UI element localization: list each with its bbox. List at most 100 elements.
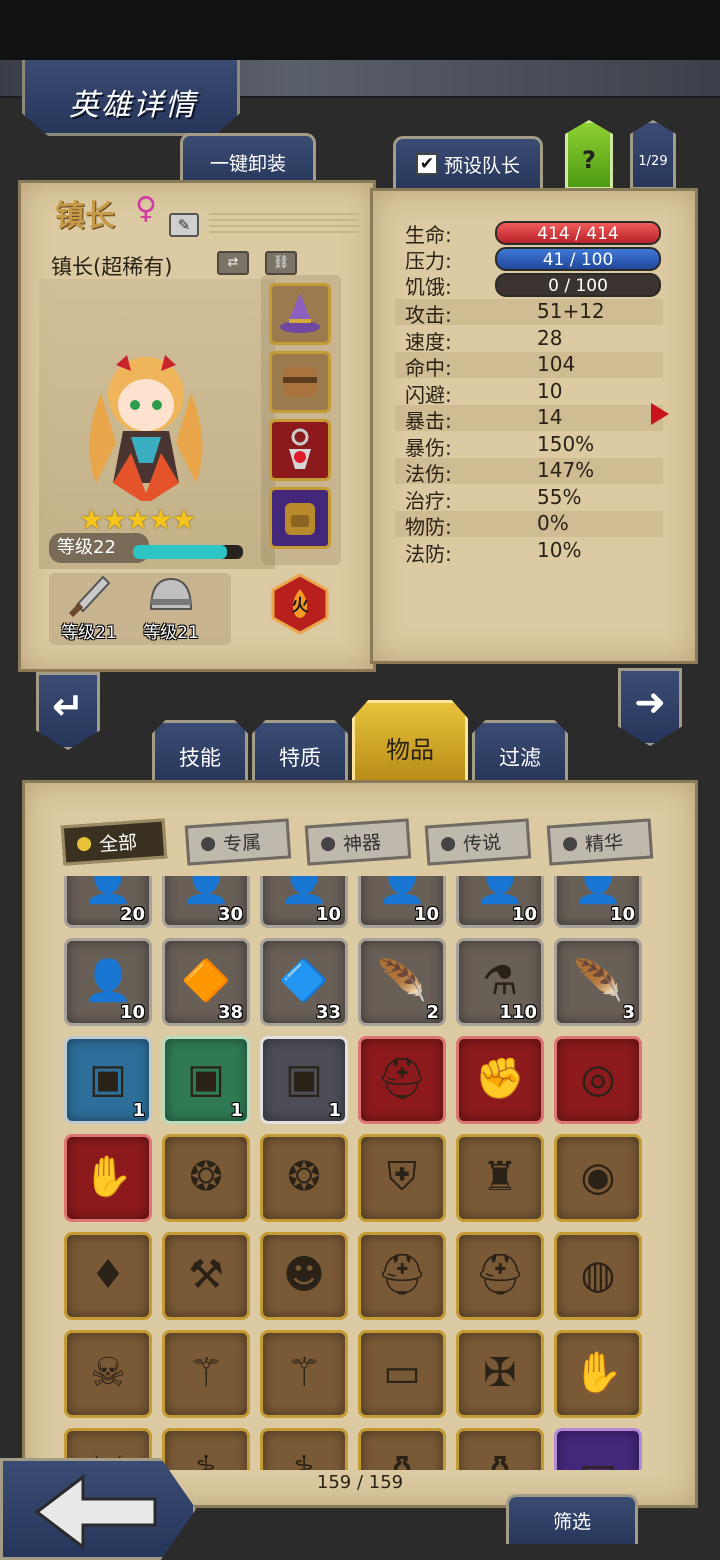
stat-row: 暴击: 14 <box>395 405 663 433</box>
inventory-item[interactable]: ⚱ <box>456 1428 544 1470</box>
inventory-item[interactable]: 👤 10 <box>456 876 544 928</box>
stat-label: 治疗: <box>405 488 452 513</box>
radio-icon <box>200 836 216 852</box>
chest-armor-slot[interactable] <box>269 351 331 413</box>
hat-slot[interactable] <box>269 283 331 345</box>
page-title: 英雄详情 <box>69 88 197 123</box>
inventory-item[interactable]: ✊ <box>456 1036 544 1124</box>
cross-armor-icon: ✠ <box>483 1350 517 1396</box>
inventory-item[interactable]: ⚕ <box>162 1428 250 1470</box>
inventory-item[interactable]: 👤 20 <box>64 876 152 928</box>
item-quantity: 3 <box>622 1002 635 1023</box>
inventory-item[interactable]: ⛑ <box>358 1232 446 1320</box>
tab-items[interactable]: 物品 <box>352 700 468 784</box>
stress-label: 压力: <box>405 249 452 273</box>
previous-hero-button[interactable]: ↵ <box>36 672 100 750</box>
inventory-item[interactable]: ⚗ 110 <box>456 938 544 1026</box>
bottle-icon: ⚱ <box>459 1441 541 1470</box>
element-badge[interactable]: 火 <box>269 573 331 635</box>
tab-skills[interactable]: 技能 <box>152 720 248 782</box>
inventory-item[interactable]: ✋ <box>64 1134 152 1222</box>
inventory-item[interactable]: ⚒ <box>162 1232 250 1320</box>
checkbox-icon[interactable]: ✔ <box>415 153 438 175</box>
filter-essence[interactable]: 精华 <box>546 818 654 866</box>
item-quantity: 1 <box>132 1100 145 1121</box>
amulet-slot[interactable] <box>269 419 331 481</box>
xp-bar <box>133 545 243 559</box>
inventory-item[interactable]: 🔷 33 <box>260 938 348 1026</box>
preset-leader-toggle[interactable]: ✔ 预设队长 <box>393 136 543 189</box>
tab-filter[interactable]: 过滤 <box>472 720 568 782</box>
help-button[interactable]: ? <box>565 120 613 190</box>
backpack-slot[interactable] <box>269 487 331 549</box>
inventory-item[interactable]: ☠ <box>64 1330 152 1418</box>
hero-name: 镇长 <box>55 199 115 234</box>
stat-label: 法防: <box>405 541 452 566</box>
inventory-item[interactable]: 🪶 2 <box>358 938 446 1026</box>
inventory-item[interactable]: ⚱ <box>358 1428 446 1470</box>
inventory-item[interactable]: 🪶 3 <box>554 938 642 1026</box>
edit-name-button[interactable]: ✎ <box>169 213 199 237</box>
stat-label: 闪避: <box>405 382 452 407</box>
hp-row: 生命: 414 / 414 <box>395 219 663 247</box>
inventory-item[interactable]: ✋ <box>554 1330 642 1418</box>
inventory-item[interactable]: 👤 10 <box>64 938 152 1026</box>
inventory-item[interactable]: ♜ <box>456 1134 544 1222</box>
inventory-item[interactable]: ❂ <box>162 1134 250 1222</box>
item-quantity: 30 <box>217 904 243 925</box>
inventory-grid[interactable]: 👤 20 👤 30 👤 10 👤 10 👤 10 👤 10 👤 10 🔶 38 🔷 33 🪶 2 ⚗ 110 🪶 3 ▣ 1 ▣ 1 ▣… <box>64 876 658 1470</box>
inventory-item[interactable]: ▣ 1 <box>260 1036 348 1124</box>
back-button[interactable] <box>0 1458 196 1560</box>
expand-stats-arrow-icon[interactable] <box>651 403 669 425</box>
inventory-item[interactable]: ◍ <box>554 1232 642 1320</box>
filter-artifact[interactable]: 神器 <box>304 818 412 866</box>
inventory-item[interactable]: ▭ <box>358 1330 446 1418</box>
equipment-slots <box>261 275 341 565</box>
inventory-item[interactable]: ⛑ <box>456 1232 544 1320</box>
inventory-item[interactable]: ♦ <box>64 1232 152 1320</box>
filter-legendary[interactable]: 传说 <box>424 818 532 866</box>
stat-value: 147% <box>537 458 595 482</box>
stat-value: 10% <box>537 537 582 562</box>
inventory-item[interactable]: ◉ <box>554 1134 642 1222</box>
inventory-item[interactable]: ▣ 1 <box>162 1036 250 1124</box>
shield-icon: ⛨ <box>387 1154 417 1200</box>
inventory-item[interactable]: ⚚ <box>260 1330 348 1418</box>
item-quantity: 33 <box>315 1002 341 1023</box>
inventory-item[interactable]: ◎ <box>554 1036 642 1124</box>
filter-button[interactable]: 筛选 <box>506 1494 638 1544</box>
inventory-item[interactable]: 🔶 38 <box>162 938 250 1026</box>
dragon-ring-icon: ◍ <box>580 1252 616 1298</box>
inventory-item[interactable]: 👤 10 <box>554 876 642 928</box>
inventory-item[interactable]: 👤 10 <box>358 876 446 928</box>
weapon-gear[interactable]: 等级21 <box>49 573 129 645</box>
inventory-item[interactable]: ⛑ <box>358 1036 446 1124</box>
inventory-item[interactable]: ✠ <box>456 1330 544 1418</box>
inventory-item[interactable]: ⚚ <box>162 1330 250 1418</box>
inventory-item[interactable]: ⚕ <box>260 1428 348 1470</box>
inventory-item[interactable]: ❂ <box>260 1134 348 1222</box>
wand-icon: ⚚ <box>188 1350 224 1396</box>
female-gender-icon: ♀ <box>135 191 157 226</box>
filter-all[interactable]: 全部 <box>60 818 168 866</box>
next-hero-button[interactable]: ➜ <box>618 668 682 746</box>
filter-exclusive[interactable]: 专属 <box>184 818 292 866</box>
stat-value: 104 <box>537 352 576 376</box>
inventory-item[interactable]: 👤 30 <box>162 876 250 928</box>
scepter-icon: ⚕ <box>263 1441 345 1470</box>
inventory-item[interactable]: 👤 10 <box>260 876 348 928</box>
swap-icon[interactable]: ⇄ <box>217 251 249 275</box>
stat-value: 0% <box>537 511 569 535</box>
link-icon[interactable]: ⛓ <box>265 251 297 275</box>
item-quantity: 110 <box>499 1002 537 1023</box>
ring-icon: ◎ <box>580 1056 616 1102</box>
inventory-item[interactable]: ⛨ <box>358 1134 446 1222</box>
inventory-item[interactable]: ▭ <box>554 1428 642 1470</box>
item-quantity: 38 <box>217 1002 243 1023</box>
radio-icon <box>320 836 336 852</box>
inventory-item[interactable]: ☻ <box>260 1232 348 1320</box>
stat-label: 暴伤: <box>405 435 452 460</box>
inventory-item[interactable]: ▣ 1 <box>64 1036 152 1124</box>
armor-gear[interactable]: 等级21 <box>131 573 211 645</box>
tab-traits[interactable]: 特质 <box>252 720 348 782</box>
